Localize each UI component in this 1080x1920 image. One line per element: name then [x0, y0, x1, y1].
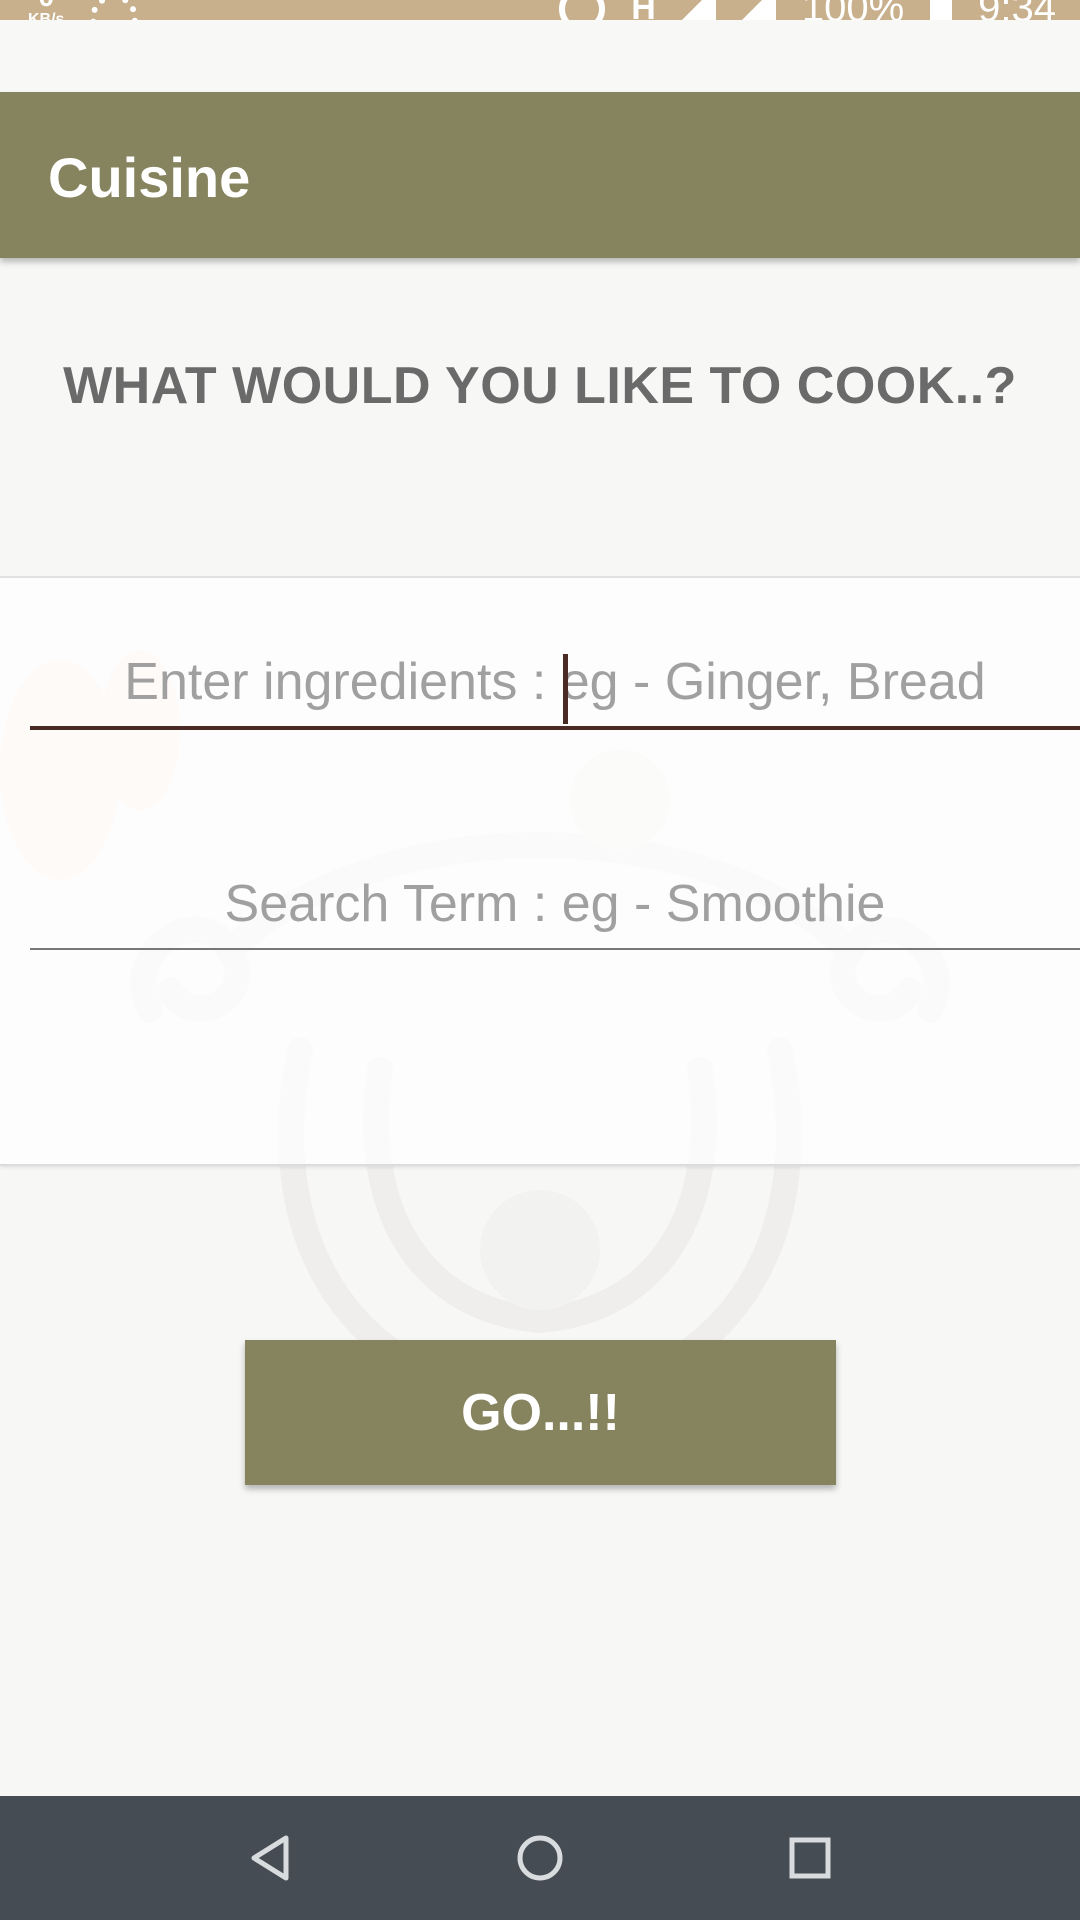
- go-button[interactable]: GO...!!: [245, 1340, 836, 1485]
- app-bar: Cuisine: [0, 92, 1080, 258]
- search-form-card: [0, 576, 1080, 1166]
- text-cursor: [563, 654, 568, 724]
- home-icon: [517, 1835, 563, 1881]
- network-type: H: [631, 0, 656, 20]
- status-time: 9:34: [978, 0, 1056, 20]
- recents-icon: [789, 1837, 831, 1879]
- home-button[interactable]: [498, 1816, 582, 1900]
- search-term-field[interactable]: [30, 860, 1080, 950]
- ingredients-field[interactable]: [30, 638, 1080, 730]
- back-icon: [251, 1835, 289, 1881]
- net-speed-unit: KB/s: [28, 11, 65, 21]
- recents-button[interactable]: [768, 1816, 852, 1900]
- battery-percent: 100%: [802, 0, 904, 20]
- ingredients-input[interactable]: [30, 638, 1080, 726]
- battery-charging-icon: [930, 0, 953, 20]
- search-term-input[interactable]: [30, 860, 1080, 948]
- navigation-bar: [0, 1796, 1080, 1920]
- top-strip: [0, 20, 1080, 92]
- status-right: H 100% 9:34: [559, 0, 1056, 20]
- status-left: 0 KB/s: [28, 0, 139, 20]
- app-title: Cuisine: [48, 146, 251, 209]
- net-speed: 0 KB/s: [28, 0, 64, 20]
- hotspot-icon: [559, 0, 606, 20]
- signal-icon: [681, 0, 716, 20]
- page-heading: WHAT WOULD YOU LIKE TO COOK..?: [63, 357, 1017, 415]
- back-button[interactable]: [228, 1816, 312, 1900]
- loader-icon: [90, 0, 139, 20]
- status-bar: 0 KB/s H 100% 9:34: [0, 0, 1080, 20]
- signal-icon: [741, 0, 776, 20]
